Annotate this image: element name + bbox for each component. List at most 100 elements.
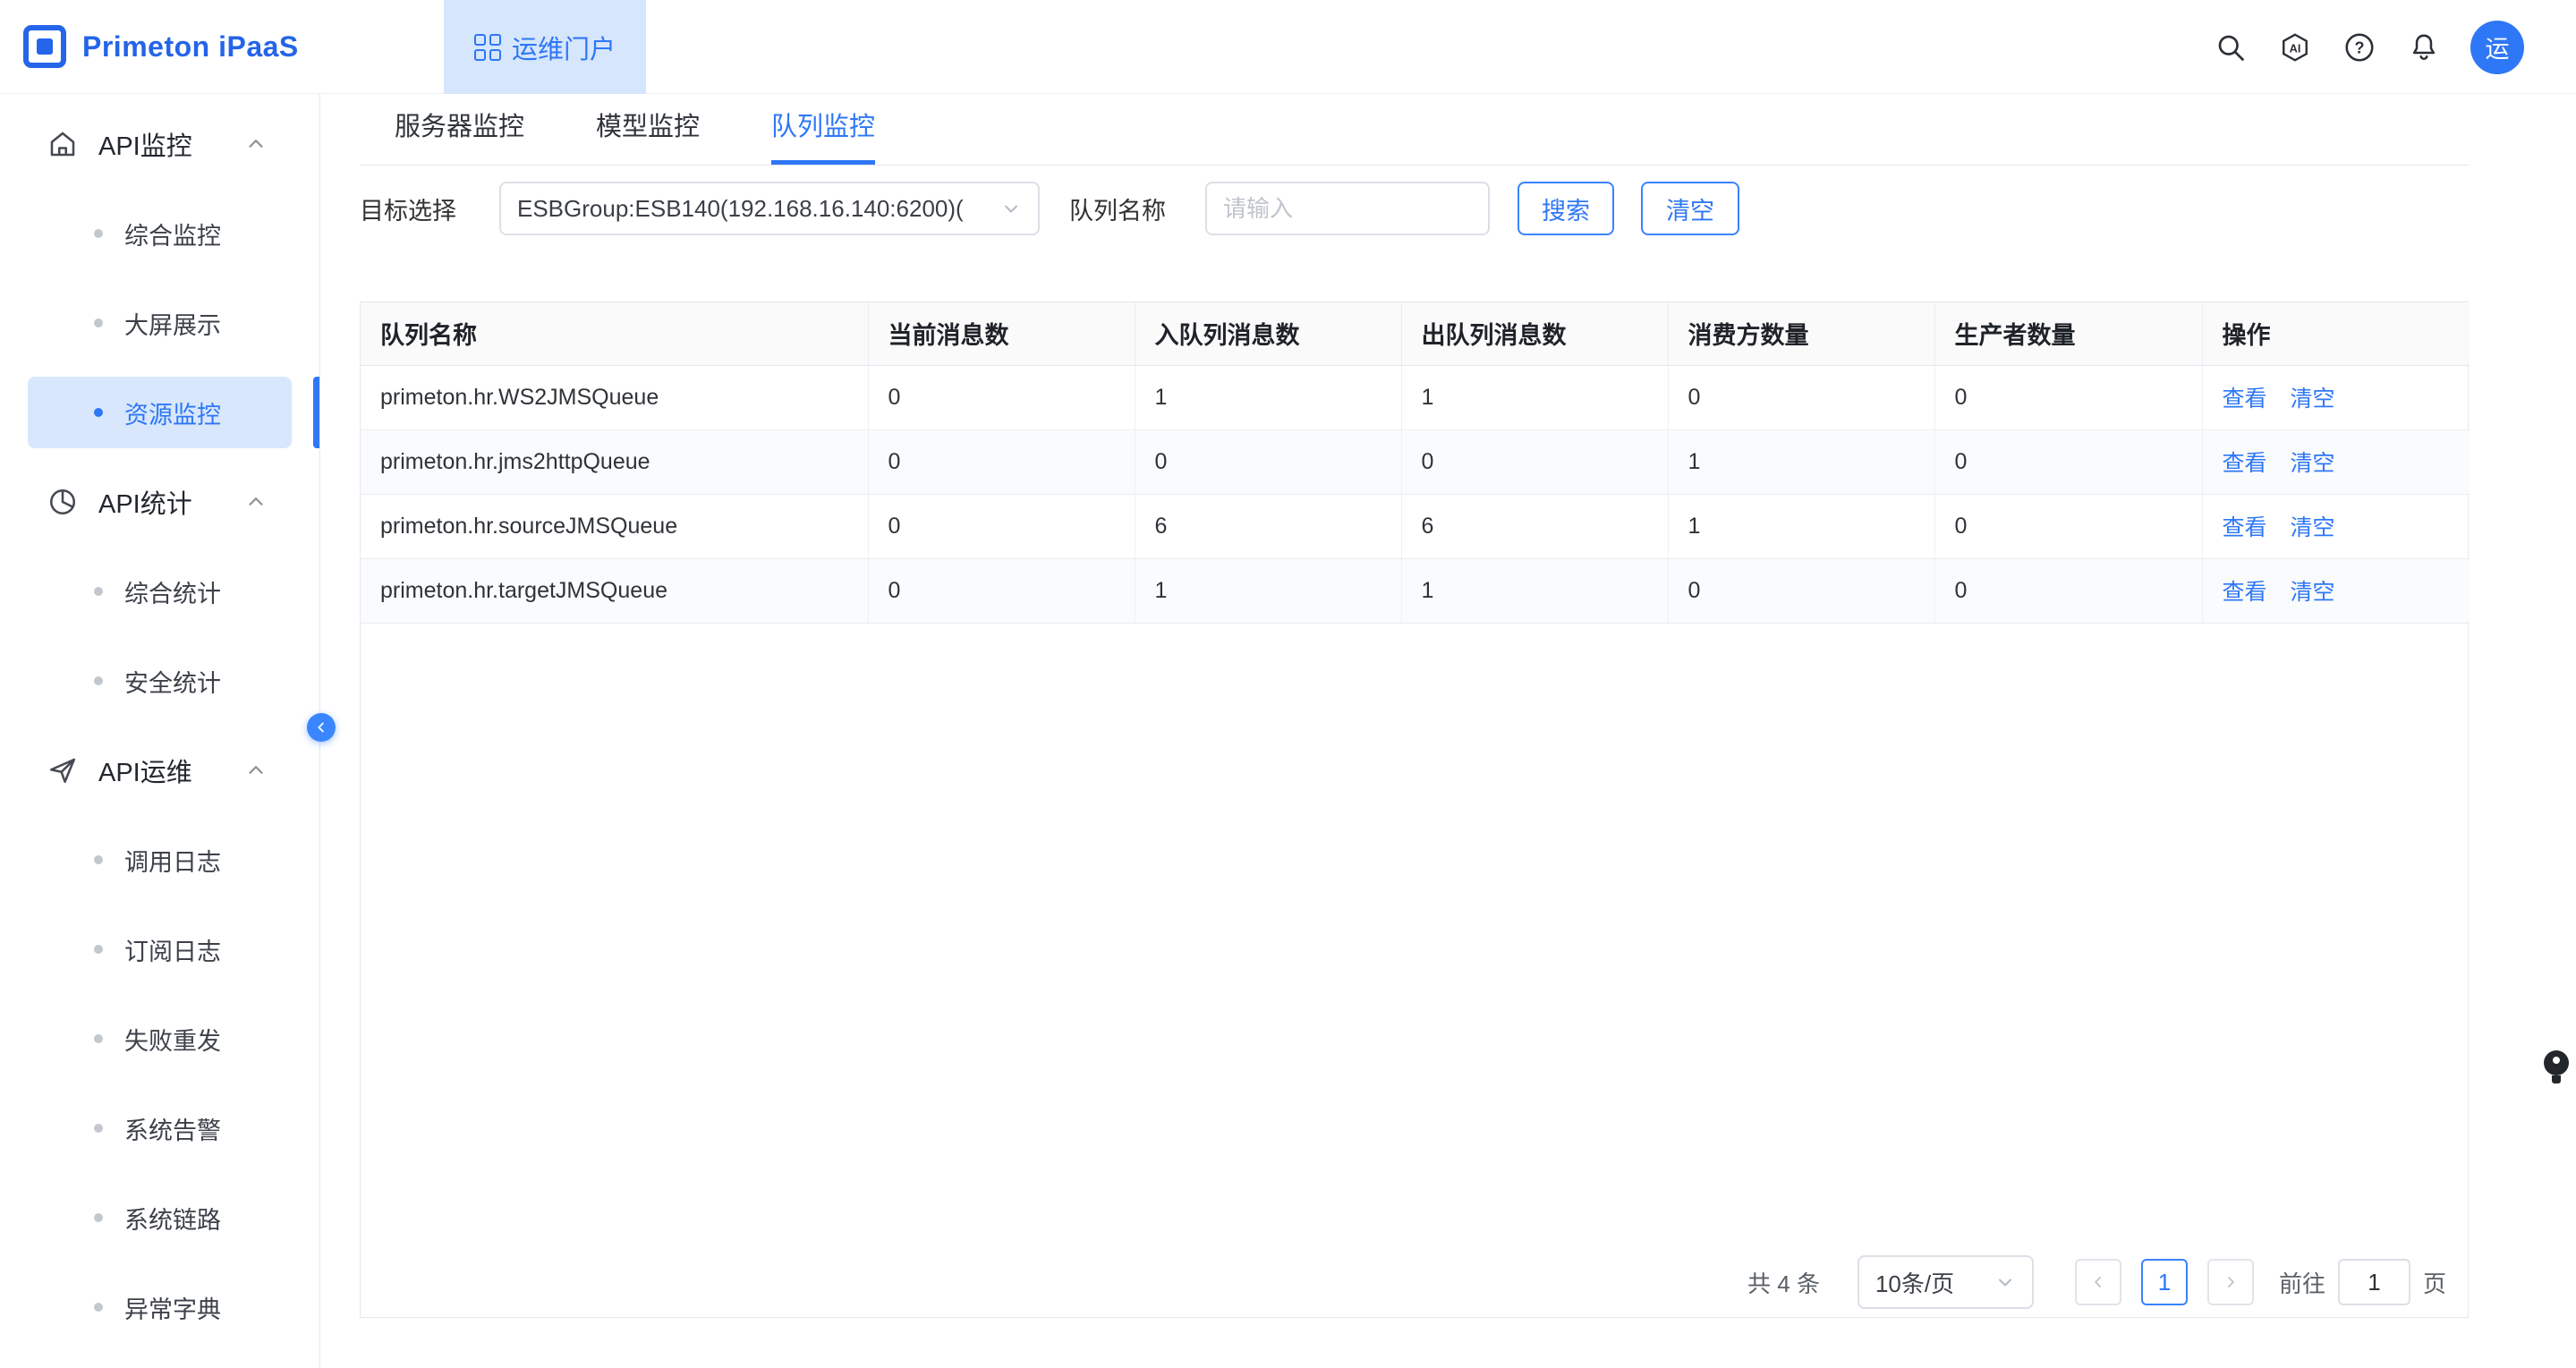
clear-link[interactable]: 清空 xyxy=(2291,515,2335,540)
cell-current: 0 xyxy=(868,558,1135,623)
top-header: Primeton iPaaS 运维门户 AI ? 运 xyxy=(0,0,2576,94)
pagination: 共 4 条 10条/页 1 前往 页 xyxy=(1747,1255,2446,1309)
table-row: primeton.hr.jms2httpQueue 0 0 0 1 0 查看清空 xyxy=(361,429,2470,494)
clear-button[interactable]: 清空 xyxy=(1641,182,1739,235)
monitor-tabs: 服务器监控 模型监控 队列监控 xyxy=(360,94,2469,166)
sidebar-item-label: 调用日志 xyxy=(124,843,221,878)
home-monitor-icon xyxy=(47,128,79,160)
sidebar-item-call-logs[interactable]: 调用日志 xyxy=(0,815,319,905)
tab-model-monitor[interactable]: 模型监控 xyxy=(596,106,700,165)
assistant-widget-icon[interactable] xyxy=(2537,1045,2572,1092)
sidebar-item-label: 大屏展示 xyxy=(124,306,221,341)
sidebar-item-failure-resend[interactable]: 失败重发 xyxy=(0,994,319,1083)
sidebar-item-label: 系统告警 xyxy=(124,1111,221,1146)
cell-current: 0 xyxy=(868,365,1135,429)
brand-logo-icon xyxy=(23,25,66,68)
cell-queue-name: primeton.hr.jms2httpQueue xyxy=(361,429,868,494)
ai-icon[interactable]: AI xyxy=(2277,30,2313,65)
cell-dequeued: 1 xyxy=(1401,365,1668,429)
cell-actions: 查看清空 xyxy=(2202,558,2470,623)
tab-queue-monitor[interactable]: 队列监控 xyxy=(771,106,875,165)
sidebar-section-api-monitor[interactable]: API监控 xyxy=(0,99,319,189)
next-page-button[interactable] xyxy=(2207,1259,2254,1305)
tab-server-monitor[interactable]: 服务器监控 xyxy=(395,106,524,165)
sidebar-item-system-alerts[interactable]: 系统告警 xyxy=(0,1083,319,1173)
view-link[interactable]: 查看 xyxy=(2223,580,2267,605)
view-link[interactable]: 查看 xyxy=(2223,515,2267,540)
bullet-icon xyxy=(94,229,103,238)
bullet-icon xyxy=(94,1303,103,1312)
prev-page-button[interactable] xyxy=(2075,1259,2121,1305)
bullet-icon xyxy=(94,408,103,417)
cell-dequeued: 6 xyxy=(1401,494,1668,558)
search-button[interactable]: 搜索 xyxy=(1518,182,1614,235)
clear-link[interactable]: 清空 xyxy=(2291,387,2335,412)
chevron-right-icon xyxy=(2222,1273,2240,1291)
cell-consumers: 1 xyxy=(1668,494,1934,558)
queue-name-label: 队列名称 xyxy=(1069,191,1166,226)
sidebar: API监控 综合监控 大屏展示 资源监控 API统计 综合统计 安全统计 API… xyxy=(0,94,320,1368)
cell-producers: 0 xyxy=(1934,429,2202,494)
target-select-value: ESBGroup:ESB140(192.168.16.140:6200)( xyxy=(517,195,964,223)
sidebar-item-comprehensive-statistics[interactable]: 综合统计 xyxy=(0,547,319,636)
sidebar-item-label: 安全统计 xyxy=(124,664,221,699)
sidebar-item-security-statistics[interactable]: 安全统计 xyxy=(0,636,319,726)
cell-producers: 0 xyxy=(1934,558,2202,623)
sidebar-item-label: 系统链路 xyxy=(124,1201,221,1236)
target-select[interactable]: ESBGroup:ESB140(192.168.16.140:6200)( xyxy=(499,182,1040,235)
page-size-value: 10条/页 xyxy=(1875,1266,1954,1299)
goto-label: 前往 xyxy=(2279,1266,2325,1299)
main-content: 服务器监控 模型监控 队列监控 目标选择 ESBGroup:ESB140(192… xyxy=(320,94,2576,1368)
cell-enqueued: 1 xyxy=(1135,558,1401,623)
clear-link[interactable]: 清空 xyxy=(2291,580,2335,605)
sidebar-section-api-operations[interactable]: API运维 xyxy=(0,726,319,815)
sidebar-section-label: API统计 xyxy=(98,483,192,521)
cell-queue-name: primeton.hr.sourceJMSQueue xyxy=(361,494,868,558)
column-header-consumer-count: 消费方数量 xyxy=(1668,302,1934,365)
chevron-down-icon xyxy=(1000,198,1022,219)
sidebar-item-system-links[interactable]: 系统链路 xyxy=(0,1173,319,1262)
sidebar-item-label: 综合统计 xyxy=(124,574,221,609)
page-number-button[interactable]: 1 xyxy=(2141,1259,2188,1305)
bullet-icon xyxy=(94,1213,103,1222)
bullet-icon xyxy=(94,587,103,596)
bullet-icon xyxy=(94,1124,103,1133)
sidebar-item-label: 订阅日志 xyxy=(124,932,221,967)
sidebar-collapse-button[interactable] xyxy=(307,713,336,742)
table-header-row: 队列名称 当前消息数 入队列消息数 出队列消息数 消费方数量 生产者数量 操作 xyxy=(361,302,2470,365)
help-icon-glyph: ? xyxy=(2355,38,2365,56)
page-size-select[interactable]: 10条/页 xyxy=(1858,1255,2034,1309)
cell-dequeued: 1 xyxy=(1401,558,1668,623)
queue-name-input[interactable] xyxy=(1205,182,1490,235)
grid-icon xyxy=(474,34,501,61)
queue-table-panel: 队列名称 当前消息数 入队列消息数 出队列消息数 消费方数量 生产者数量 操作 … xyxy=(360,302,2469,1318)
cell-consumers: 0 xyxy=(1668,365,1934,429)
sidebar-item-subscription-logs[interactable]: 订阅日志 xyxy=(0,905,319,994)
sidebar-item-label: 异常字典 xyxy=(124,1290,221,1325)
view-link[interactable]: 查看 xyxy=(2223,387,2267,412)
total-count: 共 4 条 xyxy=(1747,1266,1820,1299)
view-link[interactable]: 查看 xyxy=(2223,451,2267,476)
sidebar-item-comprehensive-monitor[interactable]: 综合监控 xyxy=(0,189,319,278)
chevron-up-icon xyxy=(244,490,268,514)
search-icon[interactable] xyxy=(2213,30,2249,65)
notification-bell-icon[interactable] xyxy=(2406,30,2442,65)
help-icon[interactable]: ? xyxy=(2342,30,2377,65)
portal-tab[interactable]: 运维门户 xyxy=(444,0,646,94)
sidebar-section-label: API监控 xyxy=(98,125,192,163)
cell-dequeued: 0 xyxy=(1401,429,1668,494)
brand: Primeton iPaaS xyxy=(0,25,299,68)
avatar[interactable]: 运 xyxy=(2470,21,2524,74)
sidebar-item-exception-dictionary[interactable]: 异常字典 xyxy=(0,1262,319,1352)
column-header-enqueued-messages: 入队列消息数 xyxy=(1135,302,1401,365)
portal-tab-label: 运维门户 xyxy=(512,29,616,66)
sidebar-section-api-statistics[interactable]: API统计 xyxy=(0,457,319,547)
cell-current: 0 xyxy=(868,429,1135,494)
clear-link[interactable]: 清空 xyxy=(2291,451,2335,476)
goto-page-input[interactable] xyxy=(2338,1259,2410,1305)
sidebar-item-big-screen[interactable]: 大屏展示 xyxy=(0,278,319,368)
cell-enqueued: 6 xyxy=(1135,494,1401,558)
target-select-label: 目标选择 xyxy=(360,191,456,226)
sidebar-item-resource-monitor[interactable]: 资源监控 xyxy=(0,368,319,457)
bullet-icon xyxy=(94,945,103,954)
